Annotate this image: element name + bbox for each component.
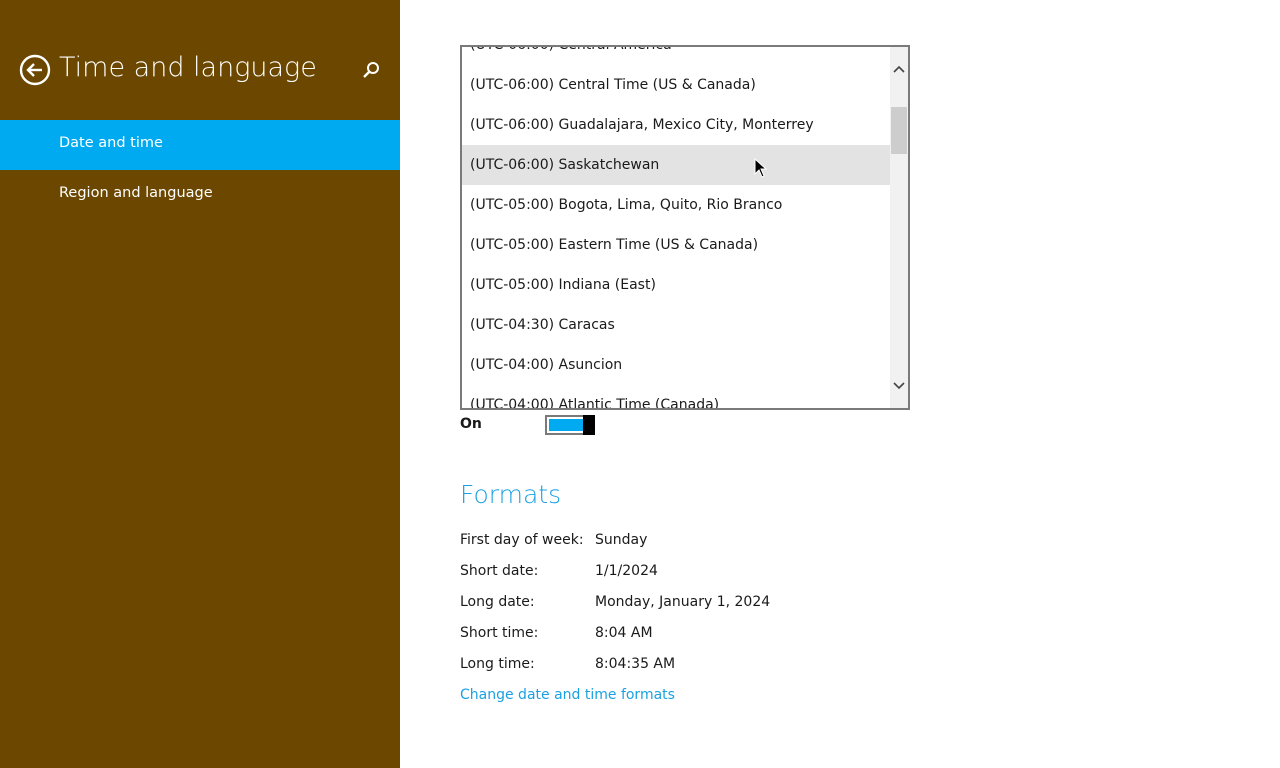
format-label: Long time: — [460, 656, 535, 672]
auto-time-toggle[interactable] — [545, 415, 595, 435]
sidebar-item-date-and-time[interactable]: Date and time — [0, 120, 400, 170]
toggle-state-label: On — [460, 416, 482, 432]
format-value: Sunday — [595, 532, 648, 548]
timezone-option[interactable]: (UTC-06:00) Guadalajara, Mexico City, Mo… — [462, 105, 892, 145]
format-value: 1/1/2024 — [595, 563, 658, 579]
timezone-items: (UTC-06:00) Central America (UTC-06:00) … — [462, 47, 908, 408]
format-value: 8:04 AM — [595, 625, 653, 641]
timezone-option[interactable]: (UTC-04:00) Asuncion — [462, 345, 892, 385]
format-label: First day of week: — [460, 532, 584, 548]
timezone-option[interactable]: (UTC-05:00) Eastern Time (US & Canada) — [462, 225, 892, 265]
format-value: 8:04:35 AM — [595, 656, 676, 672]
timezone-option[interactable]: (UTC-05:00) Indiana (East) — [462, 265, 892, 305]
sidebar: Time and language Date and time Region a… — [0, 0, 400, 768]
format-label: Short time: — [460, 625, 539, 641]
chevron-down-icon[interactable] — [890, 374, 908, 398]
timezone-option[interactable]: (UTC-04:00) Atlantic Time (Canada) — [462, 385, 892, 408]
format-label: Short date: — [460, 563, 539, 579]
sidebar-item-region-and-language[interactable]: Region and language — [0, 170, 400, 220]
format-label: Long date: — [460, 594, 535, 610]
timezone-option[interactable]: (UTC-05:00) Bogota, Lima, Quito, Rio Bra… — [462, 185, 892, 225]
formats-heading: Formats — [460, 480, 562, 509]
timezone-option[interactable]: (UTC-06:00) Central America — [462, 47, 892, 65]
timezone-option[interactable]: (UTC-06:00) Central Time (US & Canada) — [462, 65, 892, 105]
back-arrow-icon[interactable] — [19, 54, 51, 86]
sidebar-header: Time and language — [0, 0, 400, 120]
scrollbar-thumb[interactable] — [891, 107, 907, 154]
page-title: Time and language — [59, 52, 317, 83]
timezone-option[interactable]: (UTC-04:30) Caracas — [462, 305, 892, 345]
chevron-up-icon[interactable] — [890, 57, 908, 81]
toggle-knob[interactable] — [583, 415, 595, 435]
timezone-dropdown-list[interactable]: (UTC-06:00) Central America (UTC-06:00) … — [460, 45, 910, 410]
format-value: Monday, January 1, 2024 — [595, 594, 771, 610]
toggle-fill — [549, 419, 584, 431]
timezone-option-hovered[interactable]: (UTC-06:00) Saskatchewan — [462, 145, 908, 185]
sidebar-item-label: Region and language — [59, 185, 213, 201]
sidebar-item-label: Date and time — [59, 135, 163, 151]
mouse-pointer-icon — [754, 158, 768, 178]
scrollbar[interactable] — [890, 47, 908, 408]
change-date-time-formats-link[interactable]: Change date and time formats — [460, 687, 675, 703]
search-icon[interactable] — [361, 60, 381, 80]
